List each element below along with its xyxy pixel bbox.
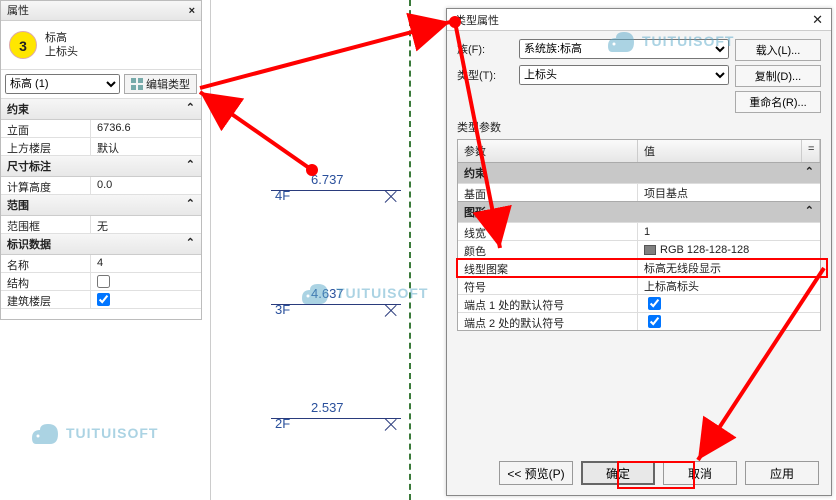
close-icon[interactable]: × bbox=[189, 1, 195, 21]
group-id[interactable]: 标识数据⌃ bbox=[1, 234, 201, 255]
type-select[interactable]: 上标头 bbox=[519, 65, 729, 85]
properties-title: 属性 bbox=[7, 1, 29, 21]
type-sub: 上标头 bbox=[45, 45, 78, 59]
param-row[interactable]: 范围框无 bbox=[1, 216, 201, 234]
group-scope[interactable]: 范围⌃ bbox=[1, 195, 201, 216]
expand-icon: ⌃ bbox=[805, 165, 814, 181]
type-params-table: 参数 值 = 约束⌃ 基面项目基点 图形⌃ 线宽1 颜色RGB 128-128-… bbox=[457, 139, 821, 331]
watermark: TUITUISOFT bbox=[300, 280, 428, 306]
edit-type-icon bbox=[131, 78, 143, 90]
expand-icon: ⌃ bbox=[186, 101, 195, 117]
param-row[interactable]: 上方楼层默认 bbox=[1, 138, 201, 156]
table-row[interactable]: 基面项目基点 bbox=[458, 183, 820, 201]
building-floor-checkbox[interactable] bbox=[97, 293, 110, 306]
reference-line bbox=[409, 0, 411, 500]
properties-panel: 属性 × 3 标高 上标头 标高 (1) 编辑类型 约束⌃ 立面6736.6 上… bbox=[0, 0, 202, 320]
col-param: 参数 bbox=[458, 140, 638, 162]
end2-checkbox[interactable] bbox=[648, 315, 661, 328]
table-row[interactable]: 线宽1 bbox=[458, 222, 820, 240]
table-row[interactable]: 端点 2 处的默认符号 bbox=[458, 312, 820, 330]
level-value: 6.737 bbox=[311, 172, 344, 187]
param-row[interactable]: 建筑楼层 bbox=[1, 291, 201, 309]
duplicate-button[interactable]: 复制(D)... bbox=[735, 65, 821, 87]
table-row[interactable]: 颜色RGB 128-128-128 bbox=[458, 240, 820, 258]
step-badge: 3 bbox=[9, 31, 37, 59]
expand-icon: ⌃ bbox=[805, 204, 814, 220]
table-row-line-pattern[interactable]: 线型图案标高无线段显示 bbox=[458, 258, 820, 276]
level-name: 2F bbox=[275, 416, 290, 431]
group-graphic[interactable]: 图形⌃ bbox=[458, 201, 820, 222]
dialog-title: 类型属性 bbox=[455, 12, 499, 28]
level-name: 3F bbox=[275, 302, 290, 317]
group-constraint[interactable]: 约束⌃ bbox=[458, 162, 820, 183]
col-value: 值 bbox=[638, 140, 802, 162]
table-row[interactable]: 端点 1 处的默认符号 bbox=[458, 294, 820, 312]
type-card[interactable]: 3 标高 上标头 bbox=[1, 21, 201, 70]
type-params-label: 类型参数 bbox=[457, 119, 821, 135]
expand-icon: ⌃ bbox=[186, 236, 195, 252]
ok-button[interactable]: 确定 bbox=[581, 461, 655, 485]
param-row[interactable]: 计算高度0.0 bbox=[1, 177, 201, 195]
col-eq: = bbox=[802, 140, 820, 162]
level-name: 4F bbox=[275, 188, 290, 203]
cancel-button[interactable]: 取消 bbox=[663, 461, 737, 485]
param-row[interactable]: 结构 bbox=[1, 273, 201, 291]
expand-icon: ⌃ bbox=[186, 158, 195, 174]
level-line[interactable] bbox=[271, 418, 401, 419]
watermark: TUITUISOFT bbox=[606, 28, 734, 54]
instance-selector[interactable]: 标高 (1) bbox=[5, 74, 120, 94]
canvas[interactable]: 4F6.7373F4.6372F2.537 bbox=[210, 0, 448, 500]
edit-type-label: 编辑类型 bbox=[146, 76, 190, 92]
preview-button[interactable]: << 预览(P) bbox=[499, 461, 573, 485]
properties-titlebar: 属性 × bbox=[1, 1, 201, 21]
close-icon[interactable]: ✕ bbox=[812, 12, 823, 28]
end1-checkbox[interactable] bbox=[648, 297, 661, 310]
type-name: 标高 bbox=[45, 31, 78, 45]
color-chip bbox=[644, 245, 656, 255]
level-line[interactable] bbox=[271, 190, 401, 191]
edit-type-button[interactable]: 编辑类型 bbox=[124, 74, 197, 94]
expand-icon: ⌃ bbox=[186, 197, 195, 213]
rename-button[interactable]: 重命名(R)... bbox=[735, 91, 821, 113]
struct-checkbox[interactable] bbox=[97, 275, 110, 288]
family-label: 族(F): bbox=[457, 41, 513, 57]
param-row[interactable]: 立面6736.6 bbox=[1, 120, 201, 138]
type-label: 类型(T): bbox=[457, 67, 513, 83]
param-row[interactable]: 名称4 bbox=[1, 255, 201, 273]
table-row[interactable]: 符号上标高标头 bbox=[458, 276, 820, 294]
group-constraint[interactable]: 约束⌃ bbox=[1, 99, 201, 120]
load-button[interactable]: 载入(L)... bbox=[735, 39, 821, 61]
group-dim[interactable]: 尺寸标注⌃ bbox=[1, 156, 201, 177]
level-value: 2.537 bbox=[311, 400, 344, 415]
watermark: TUITUISOFT bbox=[30, 420, 158, 446]
apply-button[interactable]: 应用 bbox=[745, 461, 819, 485]
type-properties-dialog: 类型属性 ✕ 族(F): 系统族:标高 类型(T): 上标头 载入(L)... … bbox=[446, 8, 832, 496]
